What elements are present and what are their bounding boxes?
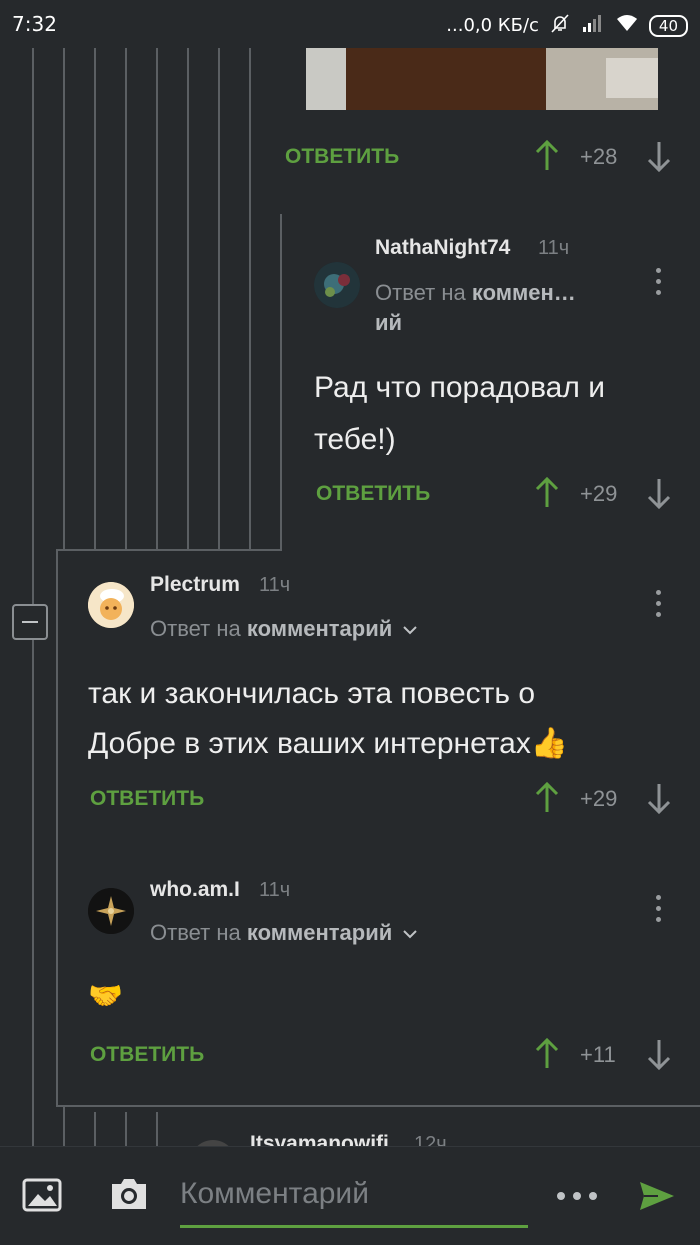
thread-line <box>32 640 34 1146</box>
score-count: +11 <box>580 1042 616 1067</box>
reply-button[interactable]: ОТВЕТИТЬ <box>90 1043 204 1067</box>
chevron-down-icon[interactable] <box>402 928 418 940</box>
thread-line <box>63 48 65 550</box>
comment-time: 11ч <box>538 237 570 259</box>
battery-indicator: 40 <box>648 14 688 37</box>
comment-input[interactable]: Комментарий <box>180 1177 528 1228</box>
reply-to-label[interactable]: Ответ на коммен… <box>375 280 576 306</box>
avatar[interactable] <box>314 262 360 308</box>
status-time: 7:32 <box>12 12 57 36</box>
upvote-arrow-icon[interactable] <box>535 1037 559 1070</box>
score-count: +28 <box>580 144 618 169</box>
comment-author[interactable]: Itsyamanowifi <box>250 1132 389 1146</box>
downvote-arrow-icon[interactable] <box>647 140 671 173</box>
reply-to-label-cont: ий <box>375 310 403 335</box>
comment-time: 11ч <box>259 879 291 901</box>
reply-target[interactable]: комментарий <box>247 920 392 945</box>
thread-line <box>94 48 96 550</box>
more-horizontal-icon[interactable] <box>556 1186 598 1200</box>
downvote-arrow-icon[interactable] <box>647 477 671 510</box>
avatar[interactable] <box>88 582 134 628</box>
chevron-down-icon[interactable] <box>402 624 418 636</box>
mute-icon <box>549 12 571 39</box>
wifi-icon <box>615 13 639 38</box>
thread-line <box>187 48 189 550</box>
upvote-arrow-icon[interactable] <box>535 781 559 814</box>
thread-branch <box>56 549 282 551</box>
score-count: +29 <box>580 481 618 506</box>
upvote-arrow-icon[interactable] <box>535 139 559 172</box>
reply-to-label[interactable]: Ответ на комментарий <box>150 616 418 642</box>
comment-text: Рад что порадовал и <box>314 371 605 404</box>
network-speed: ...0,0 КБ/с <box>446 15 539 36</box>
avatar[interactable] <box>88 888 134 934</box>
gallery-image-icon[interactable] <box>22 1178 62 1212</box>
signal-icon <box>581 13 605 38</box>
status-bar: 7:32 ...0,0 КБ/с 40 <box>0 0 700 48</box>
reply-target[interactable]: коммен… <box>472 280 576 305</box>
collapse-thread-button[interactable] <box>12 604 48 640</box>
reply-button[interactable]: ОТВЕТИТЬ <box>316 482 430 506</box>
camera-icon[interactable] <box>108 1176 150 1212</box>
comment-text: тебе!) <box>314 423 396 456</box>
comment-image[interactable] <box>306 48 658 110</box>
more-options-icon[interactable] <box>656 895 662 925</box>
more-options-icon[interactable] <box>656 268 662 298</box>
comment-author[interactable]: Plectrum <box>150 573 240 597</box>
thread-line <box>156 48 158 550</box>
reply-to-label[interactable]: Ответ на комментарий <box>150 920 418 946</box>
send-icon[interactable] <box>638 1180 676 1212</box>
status-icons: ...0,0 КБ/с 40 <box>446 12 688 39</box>
upvote-arrow-icon[interactable] <box>535 476 559 509</box>
partial-comment: Itsyamanowifi 12ч <box>0 1106 700 1146</box>
thread-line <box>125 48 127 550</box>
score-count: +29 <box>580 786 618 811</box>
thread-line <box>280 214 282 550</box>
comment-author[interactable]: who.am.I <box>150 878 240 902</box>
thread-line <box>249 48 251 550</box>
more-options-icon[interactable] <box>656 590 662 620</box>
thread-line <box>56 549 58 1106</box>
reply-button[interactable]: ОТВЕТИТЬ <box>285 145 399 169</box>
thread-line <box>32 48 34 606</box>
reply-target[interactable]: комментарий <box>247 616 392 641</box>
comment-time: 11ч <box>259 574 291 596</box>
thread-line <box>218 48 220 550</box>
comment-time: 12ч <box>414 1133 447 1146</box>
comment-emoji: 🤝 <box>88 980 123 1011</box>
comment-text: так и закончилась эта повесть о <box>88 677 536 710</box>
downvote-arrow-icon[interactable] <box>647 782 671 815</box>
reply-button[interactable]: ОТВЕТИТЬ <box>90 787 204 811</box>
downvote-arrow-icon[interactable] <box>647 1038 671 1071</box>
comment-author[interactable]: NathaNight74 <box>375 236 510 260</box>
comment-text: Добре в этих ваших интернетах👍 <box>88 727 569 760</box>
